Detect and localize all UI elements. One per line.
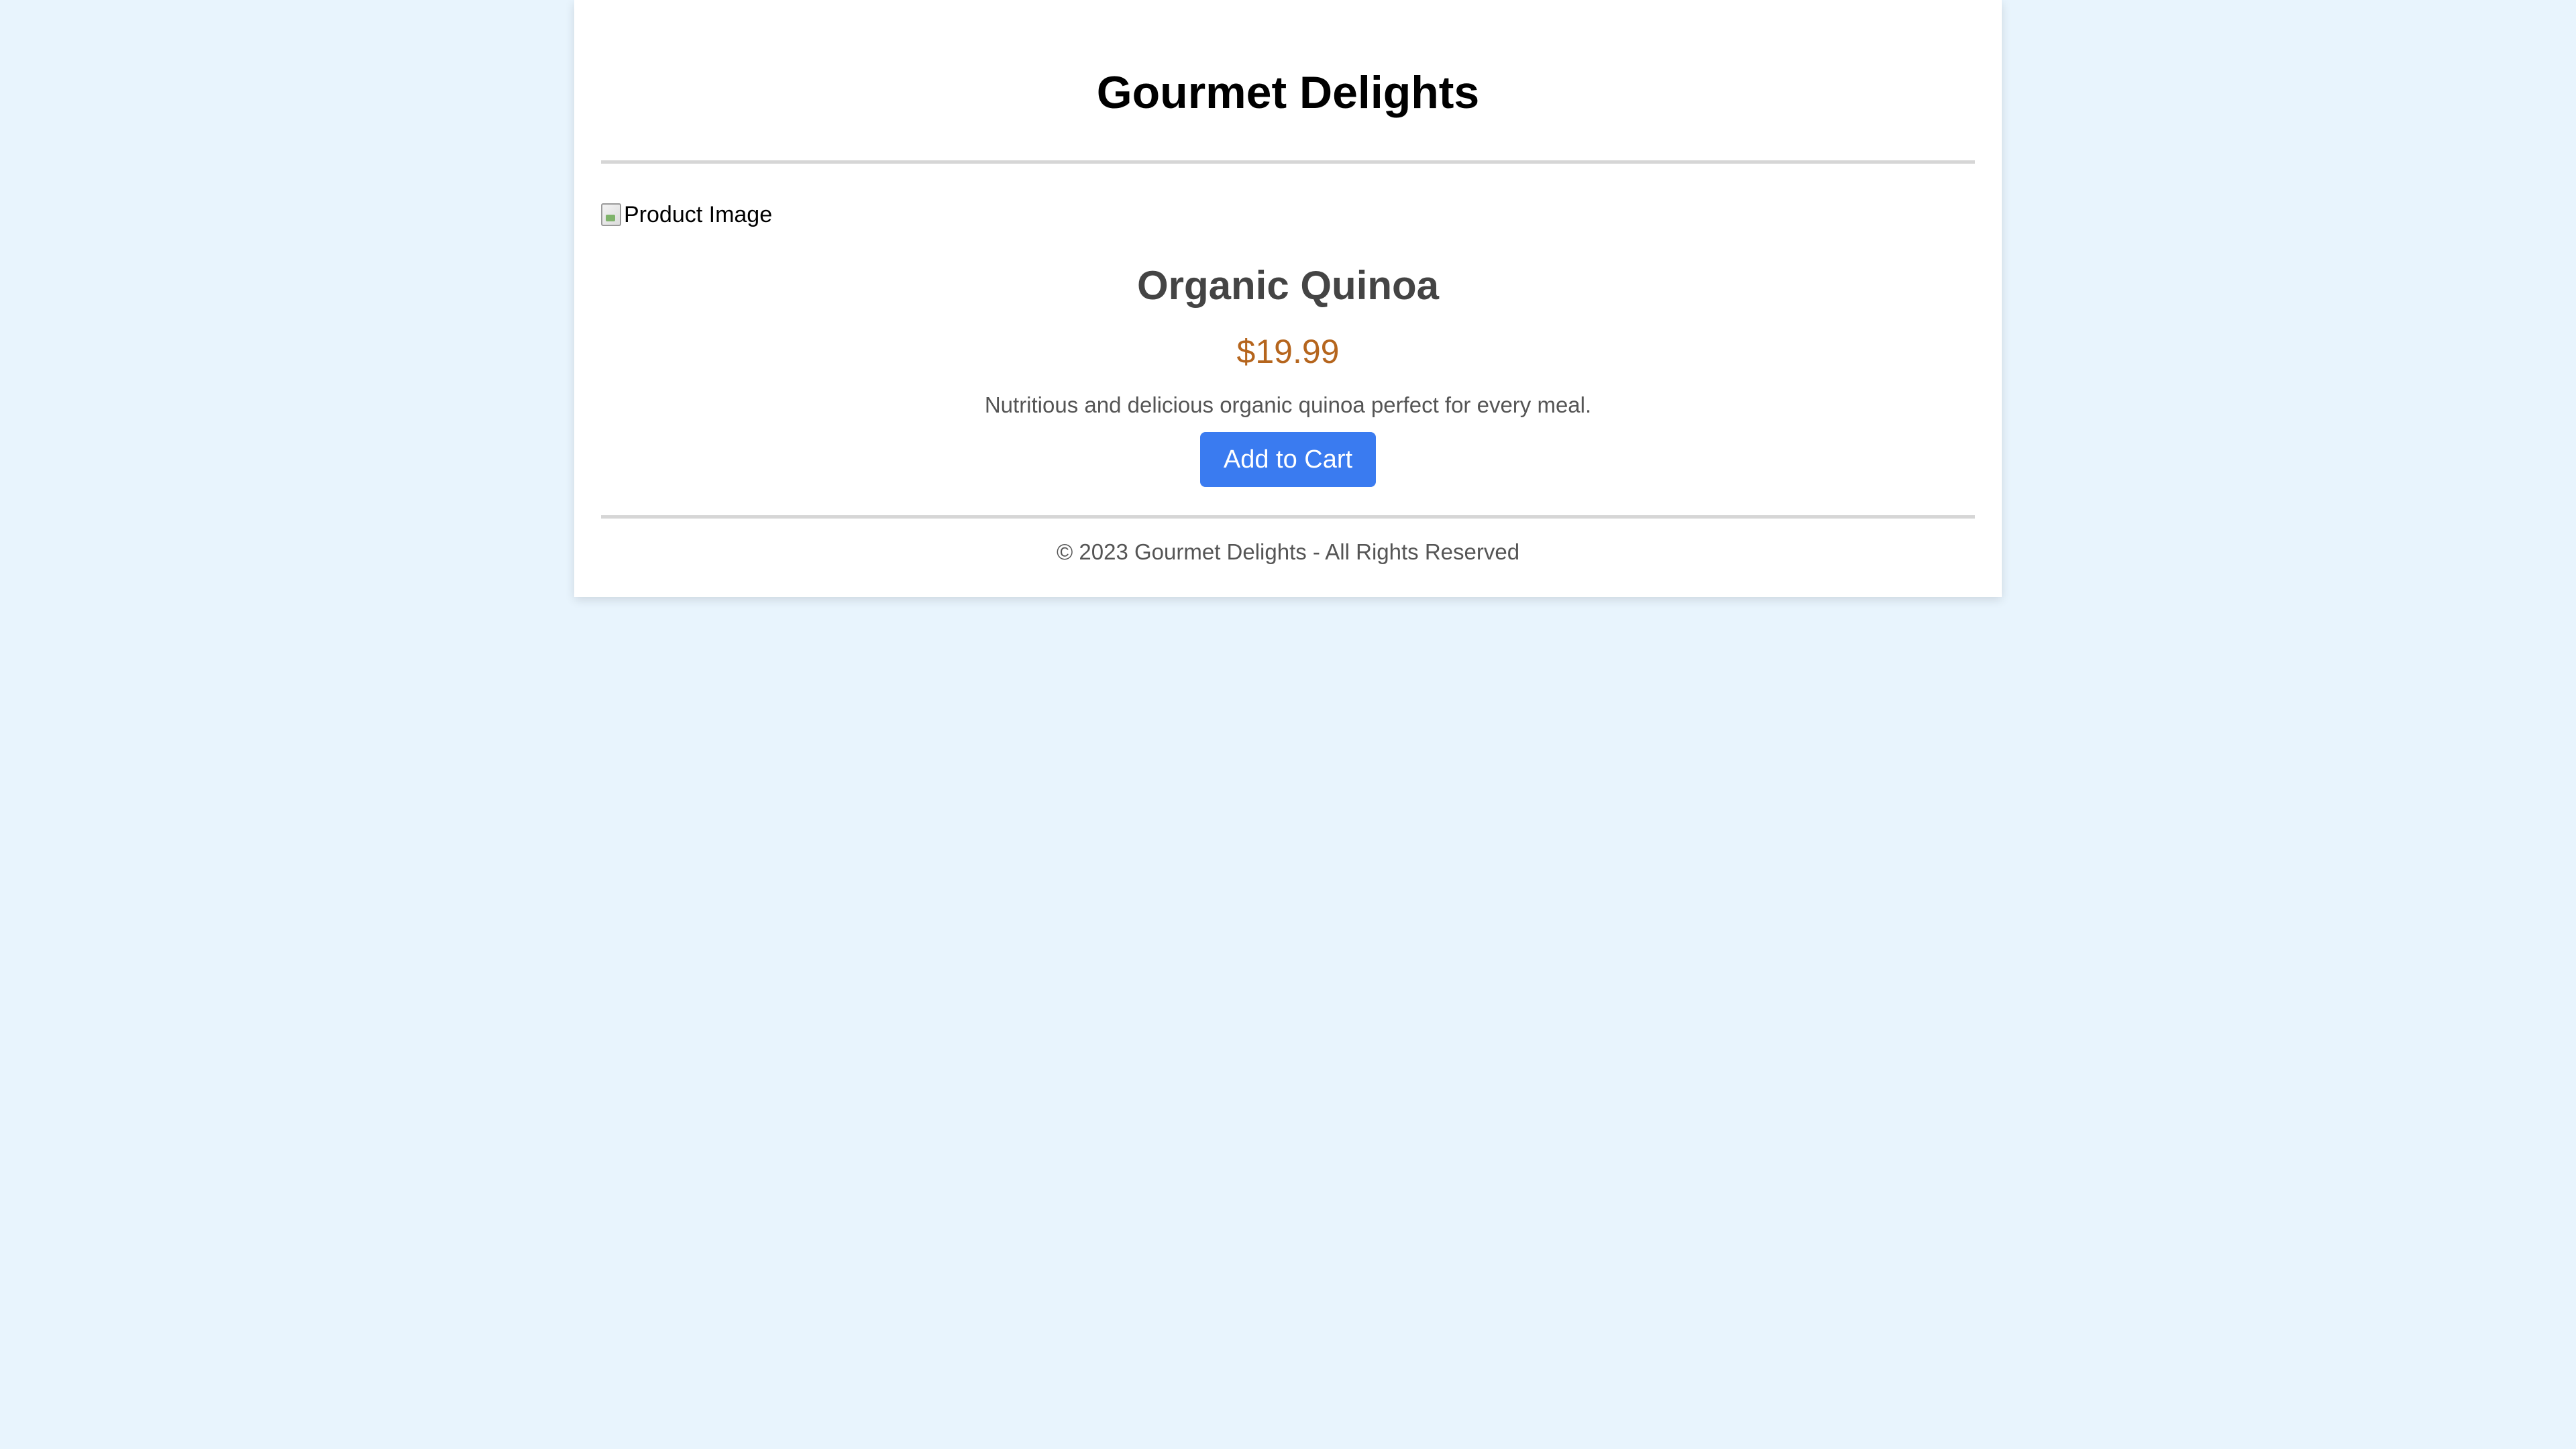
button-row: Add to Cart <box>601 432 1975 490</box>
product-price: $19.99 <box>1236 333 1340 370</box>
product-name: Organic Quinoa <box>1136 263 1440 308</box>
site-title: Gourmet Delights <box>1096 67 1480 118</box>
footer-copyright: © 2023 Gourmet Delights - All Rights Res… <box>1056 539 1520 564</box>
add-to-cart-button[interactable]: Add to Cart <box>1200 432 1376 487</box>
footer-divider <box>601 515 1975 519</box>
product-card: Gourmet Delights Product Image Organic Q… <box>574 0 2002 597</box>
broken-image-icon <box>601 203 621 226</box>
product-image-alt-text: Product Image <box>624 201 773 227</box>
header-divider <box>601 160 1975 164</box>
product-description: Nutritious and delicious organic quinoa … <box>984 392 1592 417</box>
product-image: Product Image <box>601 199 1975 231</box>
